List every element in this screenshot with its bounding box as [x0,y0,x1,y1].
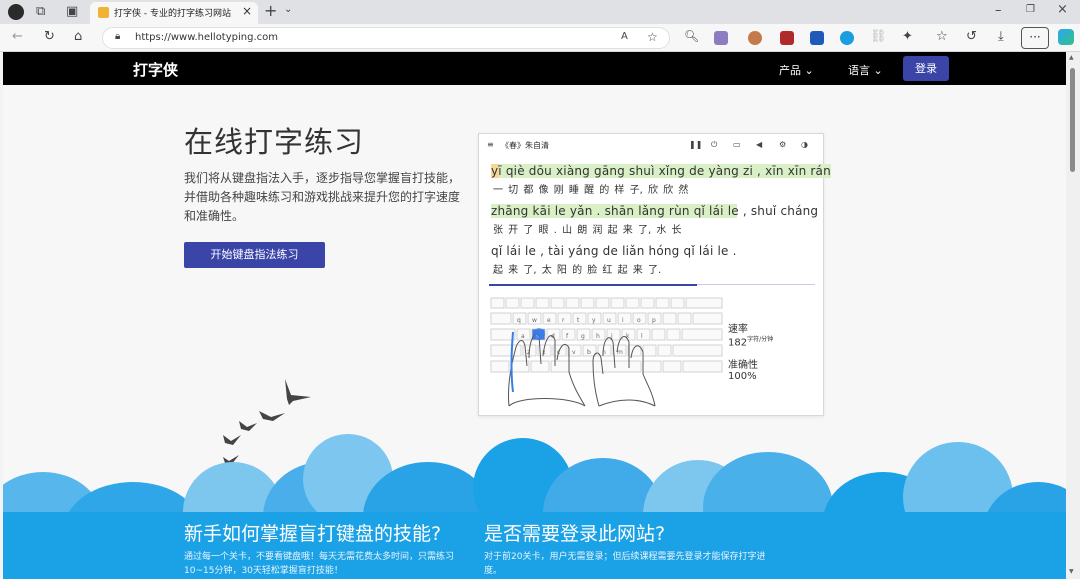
accuracy-value: 100% [728,371,757,382]
chevron-down-icon: ⌄ [804,64,814,77]
scroll-thumb[interactable] [1070,68,1075,172]
chevron-down-icon: ⌄ [873,64,883,77]
accuracy-label: 准确性 [728,360,758,371]
back-icon[interactable]: ← [12,30,23,43]
link-icon[interactable]: ⛓︎ [870,30,887,43]
downloads-icon[interactable]: ⤓ [998,30,1004,43]
pinyin-line: yī qiè dōu xiàng gāng shuì xǐng de yàng … [491,164,831,178]
svg-text:v: v [572,349,576,356]
hanzi-line: 起 来 了, 太 阳 的 脸 红 起 来 了. [493,265,662,276]
web-page: 打字侠 产品 ⌄ 语言 ⌄ 登录 在线打字练习 我们将从键盘指法入手，逐步指导您… [3,52,1066,579]
svg-text:a: a [521,333,525,340]
start-practice-button[interactable]: 开始键盘指法练习 [184,242,325,268]
speed-value: 182字符/分钟 [728,334,773,348]
hanzi-line: 张 开 了 眼 . 山 朗 润 起 来 了, 水 长 [493,225,682,236]
vertical-scrollbar[interactable]: ▲ ▼ [1066,52,1080,579]
history-icon[interactable]: ↺ [966,30,977,43]
svg-text:h: h [596,333,600,340]
menu-icon[interactable]: ≡ [487,140,494,149]
browser-tab-bar: ⧉ ▣ 打字侠 - 专业的打字练习网站 × + ⌄ – ❐ × [0,0,1080,24]
svg-text:q: q [517,317,521,324]
lock-icon: 🔒︎ [115,31,121,42]
pinyin-line: qǐ lái le , tài yáng de liǎn hóng qǐ lái… [491,244,737,258]
svg-text:g: g [581,333,585,340]
workspaces-icon[interactable]: ⧉ [36,5,45,18]
profile-avatar[interactable] [8,4,24,20]
site-navbar: 打字侠 产品 ⌄ 语言 ⌄ 登录 [3,52,1066,85]
more-menu-icon[interactable]: ··· [1021,27,1049,49]
nav-language[interactable]: 语言 ⌄ [848,62,883,78]
extension-icon[interactable] [714,31,728,45]
svg-text:b: b [587,349,591,356]
theme-icon[interactable]: ◑ [801,140,808,149]
restart-icon[interactable]: ⏻ [711,140,717,150]
svg-text:y: y [592,317,596,324]
extension-icon[interactable] [780,31,794,45]
section-title: 新手如何掌握盲打键盘的技能? [184,523,442,545]
practice-toolbar: ≡ 《春》朱自清 ❚❚ ⏻ ▭ ◀ ⚙ ◑ [479,134,823,158]
search-icon[interactable]: 🔍︎ [684,30,699,42]
nav-products[interactable]: 产品 ⌄ [779,62,814,78]
extension-icon[interactable] [840,31,854,45]
address-bar[interactable]: 🔒︎ https://www.hellotyping.com A ☆ [102,27,670,49]
pause-icon[interactable]: ❚❚ [689,140,702,149]
nav-language-label: 语言 [848,64,870,77]
extensions-puzzle-icon[interactable]: ✦ [902,30,913,43]
scroll-up-icon[interactable]: ▲ [1069,54,1074,61]
extension-icon[interactable] [748,31,762,45]
favorites-icon[interactable]: ☆ [936,30,948,43]
new-tab-icon[interactable]: + [264,3,277,19]
tab-actions-icon[interactable]: ▣ [66,5,78,18]
section-title: 是否需要登录此网站? [484,523,666,545]
svg-text:o: o [637,317,641,324]
home-icon[interactable]: ⌂ [74,30,82,43]
keyboard-svg: qwertyuiop asdfghjkl zxcvbnm [490,297,723,407]
svg-text:e: e [547,317,551,324]
nav-products-label: 产品 [779,64,801,77]
extension-icon[interactable] [810,31,824,45]
login-button[interactable]: 登录 [903,56,949,81]
minimize-icon[interactable]: – [995,4,1002,17]
section-description: 通过每一个关卡，不要看键盘哦！每天无需花费太多时间，只需练习10~15分钟，30… [184,552,455,576]
hanzi-line: 一 切 都 像 刚 睡 醒 的 样 子, 欣 欣 然 [493,185,689,196]
copilot-icon[interactable] [1058,29,1074,45]
speed-label: 速率 [728,324,748,335]
svg-text:w: w [532,317,537,324]
pinyin-line: zhāng kāi le yǎn . shān lǎng rùn qǐ lái … [491,204,819,218]
keyboard-illustration: qwertyuiop asdfghjkl zxcvbnm [489,296,725,408]
maximize-icon[interactable]: ❐ [1026,5,1035,15]
scroll-down-icon[interactable]: ▼ [1069,568,1074,575]
keyboard-icon[interactable]: ▭ [733,140,741,149]
close-tab-icon[interactable]: × [242,4,252,18]
refresh-icon[interactable]: ↻ [44,30,55,43]
tab-title: 打字侠 - 专业的打字练习网站 [114,9,231,19]
svg-text:m: m [617,349,623,356]
progress-bar [489,284,697,286]
section-description: 对于前20关卡，用户无需登录；但后续课程需要先登录才能保存打字进度。 [484,552,766,576]
speed-unit: 字符/分钟 [747,336,774,343]
favorite-star-icon[interactable]: ☆ [647,31,658,43]
url-text: https://www.hellotyping.com [135,32,278,43]
close-window-icon[interactable]: × [1057,3,1068,16]
speed-number: 182 [728,337,748,349]
hero-title: 在线打字练习 [184,125,365,159]
tab-list-chevron-icon[interactable]: ⌄ [284,5,292,15]
active-tab[interactable]: 打字侠 - 专业的打字练习网站 × [90,2,258,24]
sound-icon[interactable]: ◀ [756,140,762,149]
settings-gear-icon[interactable]: ⚙ [779,140,786,149]
read-aloud-icon[interactable]: A [621,32,628,42]
favicon-icon [98,7,109,18]
hero-description: 我们将从键盘指法入手，逐步指导您掌握盲打技能，并借助各种趣味练习和游戏挑战来提升… [184,171,461,223]
svg-text:u: u [607,317,611,324]
svg-text:p: p [652,317,656,324]
site-brand[interactable]: 打字侠 [133,59,178,80]
practice-title: 《春》朱自清 [501,141,549,150]
browser-toolbar: ← ↻ ⌂ 🔒︎ https://www.hellotyping.com A ☆… [0,24,1080,52]
typing-practice-preview: ≡ 《春》朱自清 ❚❚ ⏻ ▭ ◀ ⚙ ◑ yī qiè dōu xiàng g… [478,133,831,416]
